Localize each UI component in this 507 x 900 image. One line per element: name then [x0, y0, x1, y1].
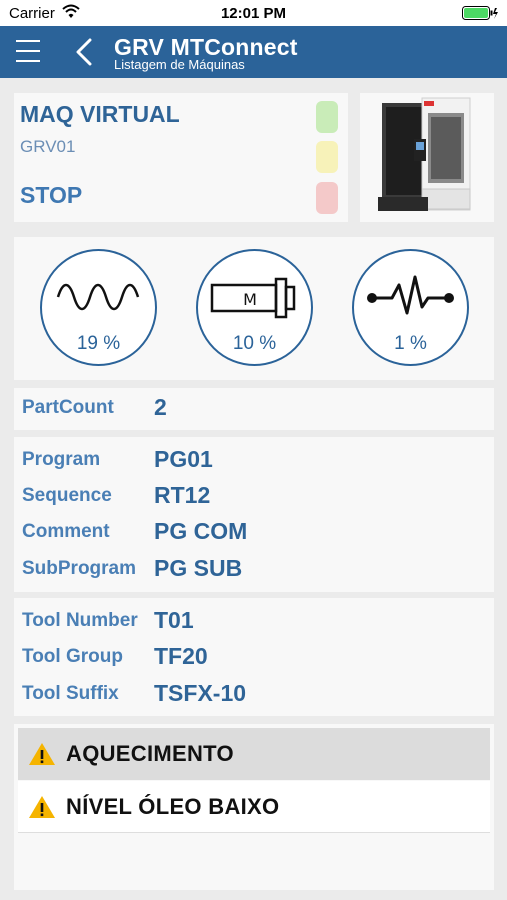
clock: 12:01 PM — [220, 5, 287, 22]
tool-suffix-value: TSFX-10 — [154, 680, 247, 706]
program-value: PG01 — [154, 446, 213, 472]
page-subtitle: Listagem de Máquinas — [114, 57, 245, 72]
spindle-percent: 10 % — [232, 333, 277, 354]
spindle-gauge[interactable]: M 10 % — [196, 249, 313, 366]
cnc-machine-image — [378, 97, 471, 211]
menu-icon[interactable] — [16, 40, 40, 62]
machine-state: STOP — [20, 182, 83, 208]
tool-card: Tool Number T01 Tool Group TF20 Tool Suf… — [14, 598, 494, 716]
machine-name: MAQ VIRTUAL — [20, 101, 180, 127]
tool-number-value: T01 — [154, 607, 194, 633]
tool-group-value: TF20 — [154, 643, 208, 669]
subprogram-value: PG SUB — [154, 555, 243, 581]
machine-summary-card[interactable]: MAQ VIRTUAL GRV01 STOP — [14, 93, 348, 222]
warning-icon — [29, 796, 55, 818]
partcount-label: PartCount — [22, 397, 114, 418]
status-light-green — [316, 101, 338, 133]
program-label: Program — [22, 449, 101, 470]
navigation-bar: GRV MTConnect Listagem de Máquinas — [0, 26, 507, 78]
warning-icon — [29, 743, 55, 765]
machine-image-card — [360, 93, 494, 222]
alarm-item[interactable]: AQUECIMENTO — [18, 728, 490, 780]
partcount-value: 2 — [154, 394, 167, 420]
feed-percent: 19 % — [76, 333, 121, 354]
back-chevron-icon[interactable] — [74, 38, 94, 66]
wave-icon — [56, 283, 140, 311]
status-bar: Carrier 12:01 PM — [0, 0, 507, 26]
tool-group-label: Tool Group — [22, 646, 123, 667]
program-card: Program PG01 Sequence RT12 Comment PG CO… — [14, 437, 494, 592]
load-gauge[interactable]: 1 % — [352, 249, 469, 366]
motor-letter: M — [243, 290, 257, 309]
comment-label: Comment — [22, 521, 110, 542]
subprogram-label: SubProgram — [22, 558, 137, 579]
spindle-motor-icon: M — [210, 277, 296, 319]
status-light-yellow — [316, 141, 338, 173]
feed-gauge[interactable]: 19 % — [40, 249, 157, 366]
gauges-card: 19 % M 10 % 1 % — [14, 237, 494, 380]
alarm-text: NÍVEL ÓLEO BAIXO — [66, 794, 280, 819]
tool-suffix-label: Tool Suffix — [22, 683, 119, 704]
pulse-icon — [367, 275, 454, 315]
sequence-value: RT12 — [154, 482, 211, 508]
alarm-item[interactable]: NÍVEL ÓLEO BAIXO — [18, 781, 490, 833]
tool-number-label: Tool Number — [22, 610, 138, 631]
comment-value: PG COM — [154, 518, 248, 544]
machine-code: GRV01 — [20, 137, 76, 156]
alarm-text: AQUECIMENTO — [66, 741, 234, 766]
status-light-red — [316, 182, 338, 214]
sequence-label: Sequence — [22, 485, 112, 506]
battery-icon — [462, 6, 498, 20]
alarms-card: AQUECIMENTO NÍVEL ÓLEO BAIXO — [14, 724, 494, 890]
partcount-card: PartCount 2 — [14, 388, 494, 430]
load-percent: 1 % — [394, 333, 427, 354]
